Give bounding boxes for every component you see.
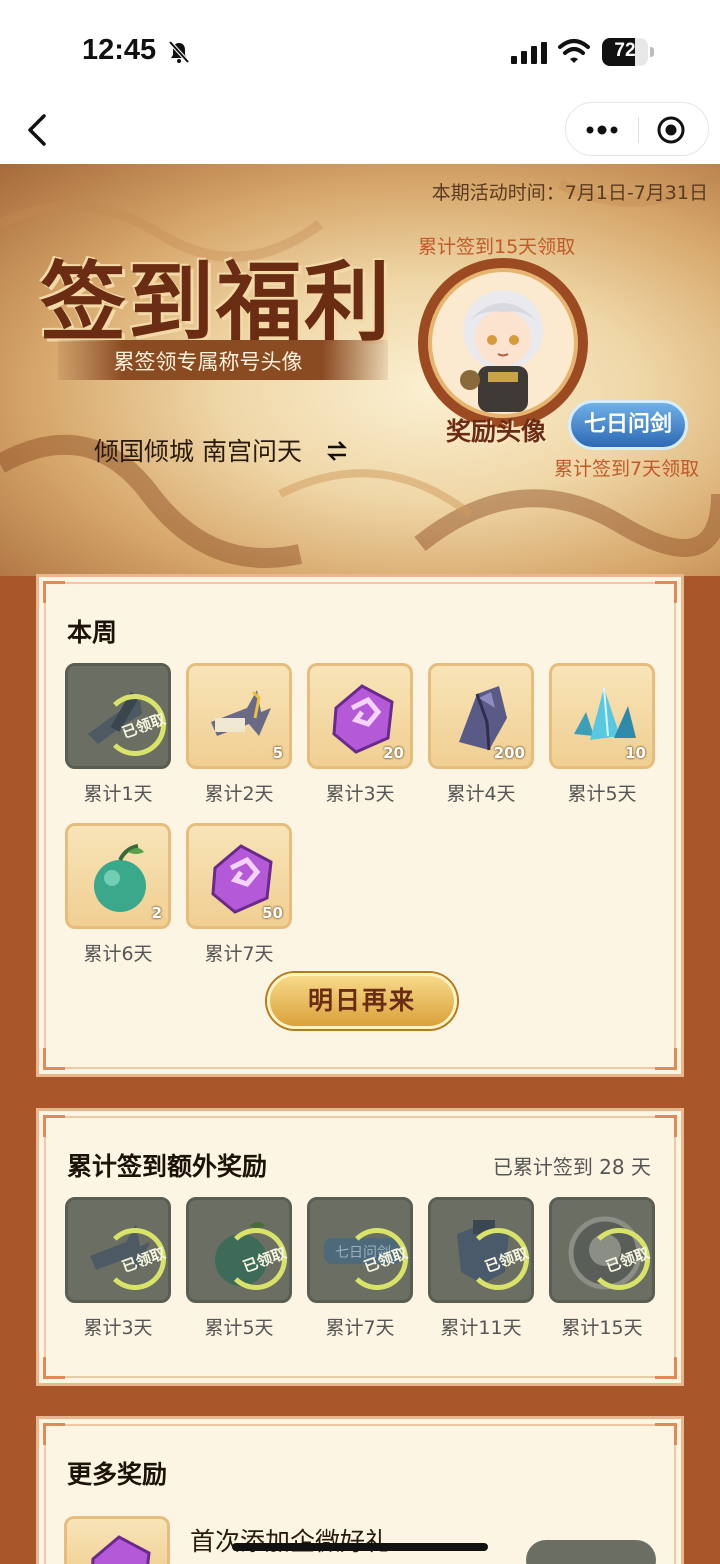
extra-reward-7[interactable]: 七日问剑 已领取 累计7天 xyxy=(307,1197,415,1340)
green-gourd-icon xyxy=(94,844,146,912)
week-day-5[interactable]: 10 累计5天 xyxy=(549,663,657,806)
battery-percent: 72 xyxy=(614,40,636,61)
extra-title: 累计签到额外奖励 xyxy=(67,1152,268,1181)
item-qty: 5 xyxy=(272,744,283,762)
day-label: 累计4天 xyxy=(446,783,516,805)
day-label: 累计2天 xyxy=(204,783,274,805)
banner-title: 签到福利 xyxy=(40,252,392,353)
scroll-blade-icon xyxy=(211,690,271,736)
more-reward-button[interactable] xyxy=(526,1540,656,1564)
week-title: 本周 xyxy=(67,618,118,647)
day-label: 累计6天 xyxy=(83,943,153,965)
week-day-6[interactable]: 2 累计6天 xyxy=(65,823,173,966)
extra-reward-11[interactable]: 已领取 累计11天 xyxy=(428,1197,536,1340)
avatar-caption-bottom: 累计签到7天领取 xyxy=(554,458,700,480)
purple-rune-icon xyxy=(91,1535,151,1564)
item-qty: 20 xyxy=(383,744,404,762)
back-arrow-icon[interactable] xyxy=(22,110,52,150)
day-label: 累计3天 xyxy=(325,783,395,805)
reward-avatar xyxy=(418,258,588,428)
item-qty: 10 xyxy=(625,744,646,762)
status-bar: 12:45 72 xyxy=(0,0,720,100)
signal-icon xyxy=(511,42,547,64)
more-dots-icon[interactable] xyxy=(584,115,620,145)
avatar-label: 奖励头像 xyxy=(446,417,547,446)
week-day-3[interactable]: 20 累计3天 xyxy=(307,663,415,806)
item-qty: 2 xyxy=(151,904,162,922)
day-label: 累计1天 xyxy=(83,783,153,805)
silent-bell-icon xyxy=(168,40,190,64)
banner-subtitle: 累签领专属称号头像 xyxy=(113,350,303,374)
day-label: 累计7天 xyxy=(204,943,274,965)
extra-reward-3[interactable]: 已领取 累计3天 xyxy=(65,1197,173,1340)
day-label: 累计11天 xyxy=(440,1317,522,1339)
swap-arrows-icon[interactable] xyxy=(326,441,348,461)
chibi-character-icon xyxy=(460,290,543,412)
battery-indicator: 72 xyxy=(602,38,654,66)
activity-period: 本期活动时间：7月1日-7月31日 xyxy=(431,182,708,204)
player-title: 倾国倾城 南宫问天 xyxy=(94,437,302,466)
day-label: 累计3天 xyxy=(83,1317,153,1339)
home-indicator xyxy=(232,1543,488,1551)
mini-program-capsule xyxy=(565,102,709,156)
more-title: 更多奖励 xyxy=(67,1460,168,1489)
week-day-1[interactable]: 已领取 累计1天 xyxy=(65,663,173,806)
extra-rewards-card: 累计签到额外奖励 已累计签到 28 天 已领取 累计3天 已领取 累计5天 七日… xyxy=(36,1108,684,1386)
extra-reward-15[interactable]: 已领取 累计15天 xyxy=(549,1197,657,1340)
extra-reward-5[interactable]: 已领取 累计5天 xyxy=(186,1197,294,1340)
wifi-icon xyxy=(558,39,590,63)
checkin-banner: 本期活动时间：7月1日-7月31日 签到福利 累签领专属称号头像 倾国倾城 南宫… xyxy=(0,164,720,576)
item-qty: 50 xyxy=(262,904,283,922)
checkin-progress: 已累计签到 28 天 xyxy=(492,1155,651,1179)
item-qty: 200 xyxy=(493,744,525,762)
close-target-icon[interactable] xyxy=(656,115,686,145)
day-label: 累计7天 xyxy=(325,1317,395,1339)
title-badge: 七日问剑 xyxy=(568,400,688,450)
day-label: 累计5天 xyxy=(567,783,637,805)
day-label: 累计5天 xyxy=(204,1317,274,1339)
week-card: 本周 已领取 累计1天 5 累计2天 20 累计3天 200 累计4天 10 累… xyxy=(36,574,684,1077)
status-time: 12:45 xyxy=(82,34,157,66)
come-back-tomorrow-button[interactable]: 明日再来 xyxy=(267,973,457,1029)
week-day-4[interactable]: 200 累计4天 xyxy=(428,663,536,806)
week-day-7[interactable]: 50 累计7天 xyxy=(186,823,294,966)
day-label: 累计15天 xyxy=(561,1317,643,1339)
more-reward-tile[interactable] xyxy=(64,1516,170,1564)
avatar-caption-top: 累计签到15天领取 xyxy=(418,236,576,258)
more-reward-text: 首次添加企微好礼 xyxy=(190,1527,391,1556)
week-day-2[interactable]: 5 累计2天 xyxy=(186,663,294,806)
nav-bar xyxy=(0,100,720,164)
